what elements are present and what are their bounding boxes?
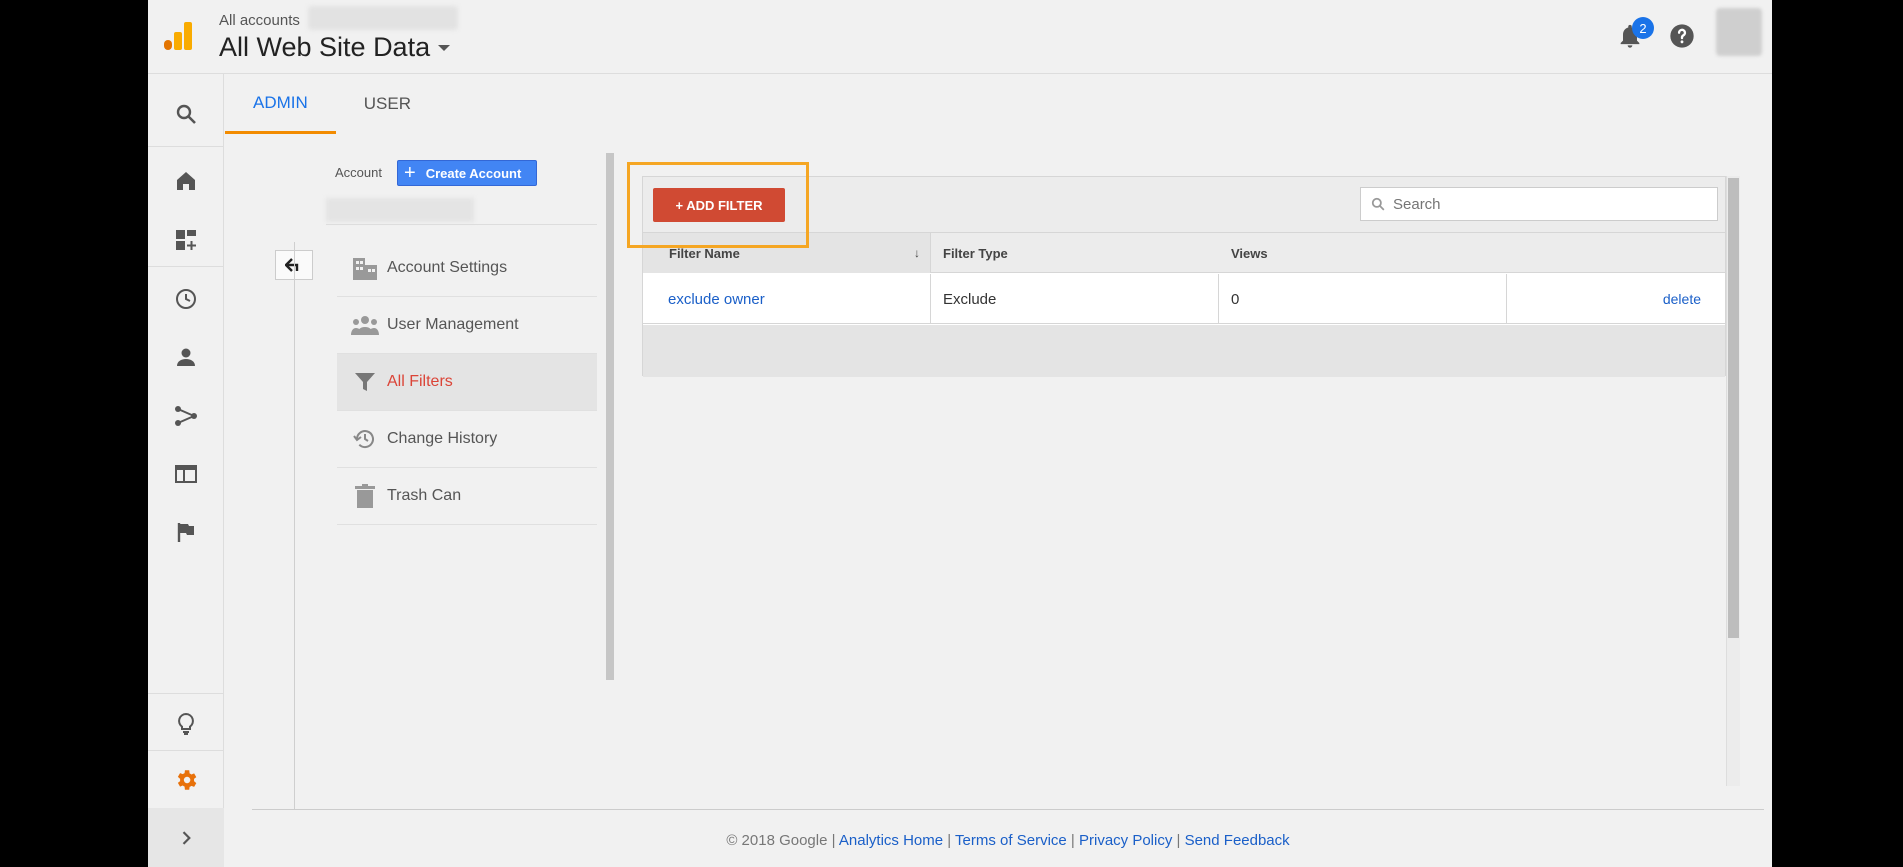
account-column-label: Account <box>335 165 382 180</box>
audience-person-icon[interactable] <box>148 328 224 386</box>
people-icon <box>337 315 387 335</box>
table-footer <box>643 325 1725 377</box>
notification-badge: 2 <box>1632 17 1654 39</box>
scrollbar-thumb[interactable] <box>1728 178 1739 638</box>
column-filter-type[interactable]: Filter Type <box>931 233 1219 273</box>
menu-label: Account Settings <box>387 259 508 276</box>
realtime-clock-icon[interactable] <box>148 270 224 328</box>
admin-user-tabs: ADMIN USER <box>225 74 439 134</box>
copyright: © 2018 Google <box>726 832 828 849</box>
filters-panel: + ADD FILTER Filter Name ↓ Filter Type V… <box>642 176 1726 377</box>
left-nav-rail <box>148 74 224 867</box>
account-name-redacted <box>308 6 458 30</box>
chevron-right-icon <box>182 830 191 845</box>
account-menu: Account Settings User Management All Fil… <box>337 240 597 525</box>
menu-user-management[interactable]: User Management <box>337 297 597 354</box>
delete-link[interactable]: delete <box>1663 291 1701 307</box>
create-account-button[interactable]: + Create Account <box>397 160 537 186</box>
create-account-label: Create Account <box>425 165 522 181</box>
help-icon[interactable] <box>1668 22 1696 50</box>
avatar[interactable] <box>1716 8 1762 56</box>
menu-label: All Filters <box>387 373 453 390</box>
add-filter-button[interactable]: + ADD FILTER <box>653 188 785 222</box>
menu-label: User Management <box>387 316 519 333</box>
menu-change-history[interactable]: Change History <box>337 411 597 468</box>
search-input[interactable] <box>1393 195 1693 213</box>
plus-icon: + <box>404 162 416 184</box>
search-box[interactable] <box>1360 187 1718 221</box>
sort-arrow-icon: ↓ <box>914 246 920 260</box>
column-views[interactable]: Views <box>1219 233 1507 273</box>
tab-user[interactable]: USER <box>336 74 439 134</box>
building-icon <box>337 256 387 280</box>
privacy-policy-link[interactable]: Privacy Policy <box>1079 832 1172 849</box>
expand-nav-button[interactable] <box>148 808 224 867</box>
table-row: exclude owner Exclude 0 delete <box>643 274 1725 324</box>
filters-table-header: Filter Name ↓ Filter Type Views <box>643 233 1725 273</box>
property-selector[interactable]: All Web Site Data <box>219 32 451 63</box>
tab-admin[interactable]: ADMIN <box>225 74 336 134</box>
filter-name-link[interactable]: exclude owner <box>668 291 765 308</box>
search-icon <box>1371 197 1385 211</box>
views-cell: 0 <box>1219 274 1507 324</box>
account-column-scrollbar[interactable] <box>606 153 614 680</box>
caret-down-icon <box>438 44 451 51</box>
content-scrollbar[interactable] <box>1726 176 1740 786</box>
filter-type-cell: Exclude <box>931 274 1219 324</box>
behavior-icon[interactable] <box>148 445 224 503</box>
analytics-logo[interactable] <box>162 20 194 52</box>
filter-icon <box>337 371 387 393</box>
top-header: All accounts All Web Site Data 2 <box>148 0 1772 74</box>
search-icon[interactable] <box>148 85 224 143</box>
property-name: All Web Site Data <box>219 32 431 62</box>
menu-trash-can[interactable]: Trash Can <box>337 468 597 525</box>
admin-gear-icon[interactable] <box>148 751 224 809</box>
analytics-app: All accounts All Web Site Data 2 ADMIN U… <box>148 0 1772 867</box>
column-filter-name[interactable]: Filter Name ↓ <box>643 233 931 273</box>
customization-icon[interactable] <box>148 211 224 269</box>
home-icon[interactable] <box>148 152 224 210</box>
conversions-flag-icon[interactable] <box>148 503 224 561</box>
analytics-home-link[interactable]: Analytics Home <box>839 832 943 849</box>
menu-label: Change History <box>387 430 498 447</box>
trash-icon <box>337 484 387 508</box>
filters-toolbar: + ADD FILTER <box>643 177 1725 233</box>
menu-account-settings[interactable]: Account Settings <box>337 240 597 297</box>
send-feedback-link[interactable]: Send Feedback <box>1185 832 1290 849</box>
account-selector-redacted[interactable] <box>326 198 474 222</box>
acquisition-icon[interactable] <box>148 387 224 445</box>
lightbulb-icon[interactable] <box>148 695 224 753</box>
history-icon <box>337 427 387 451</box>
breadcrumb[interactable]: All accounts <box>219 12 300 29</box>
terms-of-service-link[interactable]: Terms of Service <box>955 832 1067 849</box>
page-footer: © 2018 Google | Analytics Home | Terms o… <box>726 832 1290 849</box>
menu-label: Trash Can <box>387 487 462 504</box>
menu-all-filters[interactable]: All Filters <box>337 354 597 411</box>
